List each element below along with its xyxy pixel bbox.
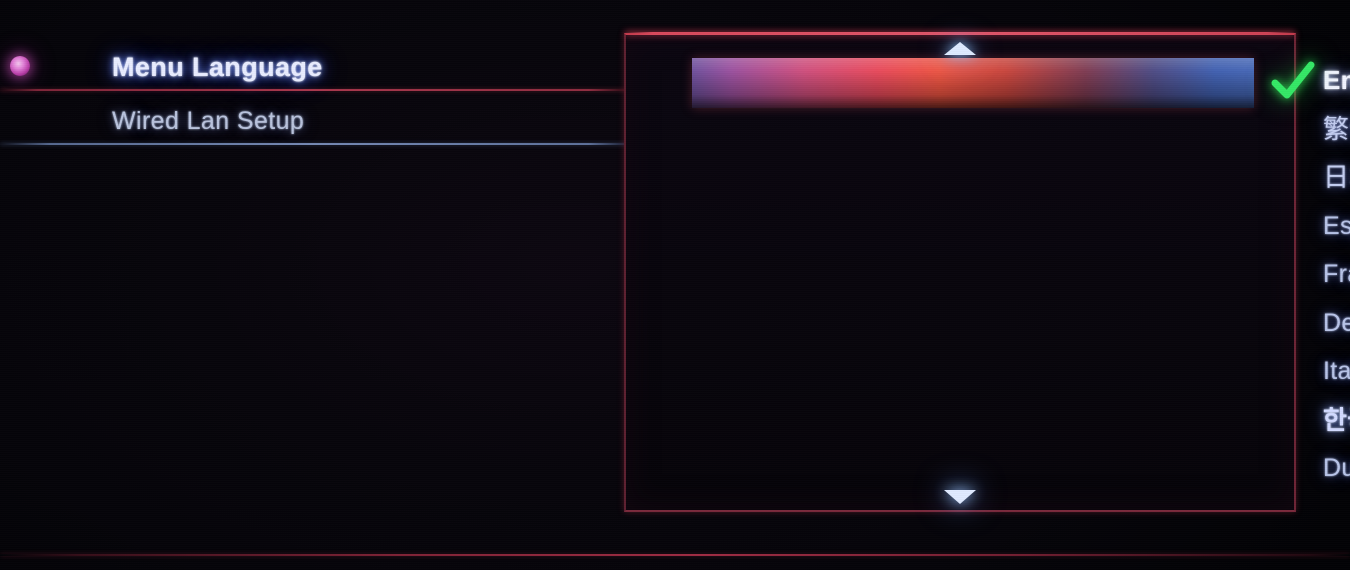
language-option-label: Dutch [1323, 454, 1350, 482]
triangle-up-icon[interactable] [944, 42, 976, 55]
language-option-label: Deutsch [1323, 308, 1350, 337]
language-option-label: Italiano [1323, 357, 1350, 385]
check-icon [1270, 60, 1316, 102]
language-option-label: English [1323, 65, 1350, 95]
language-option-4[interactable]: Español [626, 202, 1350, 251]
settings-menu: Menu Language Wired Lan Setup [0, 40, 626, 148]
language-option-6[interactable]: Deutsch [626, 299, 1350, 348]
panel-top-highlight [626, 32, 1294, 35]
selection-dot-icon [10, 56, 30, 76]
language-option-9[interactable]: Dutch [626, 444, 1350, 493]
language-option-2[interactable]: 繁體中文 [626, 105, 1350, 154]
screen-bottom-hairline [0, 554, 1350, 556]
language-option-list: English 繁體中文日本語 Español Français Deutsch Ital… [626, 56, 1350, 493]
language-dropdown-panel[interactable]: English 繁體中文日本語 Español Français Deutsch Ital… [624, 32, 1350, 512]
language-option-label: Español [1323, 211, 1350, 240]
language-option-label: 繁體中文 [1323, 113, 1350, 144]
language-option-label: Français [1323, 260, 1350, 288]
settings-menu-separator-upper [0, 89, 626, 91]
language-option-1[interactable]: English [626, 56, 1350, 108]
selection-highlight-bar [692, 58, 1254, 108]
language-option-3[interactable]: 日本語 [626, 153, 1350, 202]
osd-screen: Menu Language Wired Lan Setup English 繁體中… [0, 0, 1350, 570]
language-option-7[interactable]: Italiano [626, 347, 1350, 396]
language-option-label: 한국어 [1323, 404, 1350, 435]
settings-menu-item-menu-language[interactable]: Menu Language [0, 40, 626, 94]
language-option-8[interactable]: 한국어 [626, 396, 1350, 445]
language-option-label: 日本語 [1323, 162, 1350, 192]
settings-menu-item-wired-lan-setup[interactable]: Wired Lan Setup [0, 94, 626, 148]
language-option-5[interactable]: Français [626, 250, 1350, 299]
settings-menu-separator-lower [0, 143, 626, 145]
settings-menu-item-label: Menu Language [112, 52, 323, 82]
triangle-down-icon[interactable] [944, 490, 976, 504]
settings-menu-item-label: Wired Lan Setup [112, 107, 305, 135]
